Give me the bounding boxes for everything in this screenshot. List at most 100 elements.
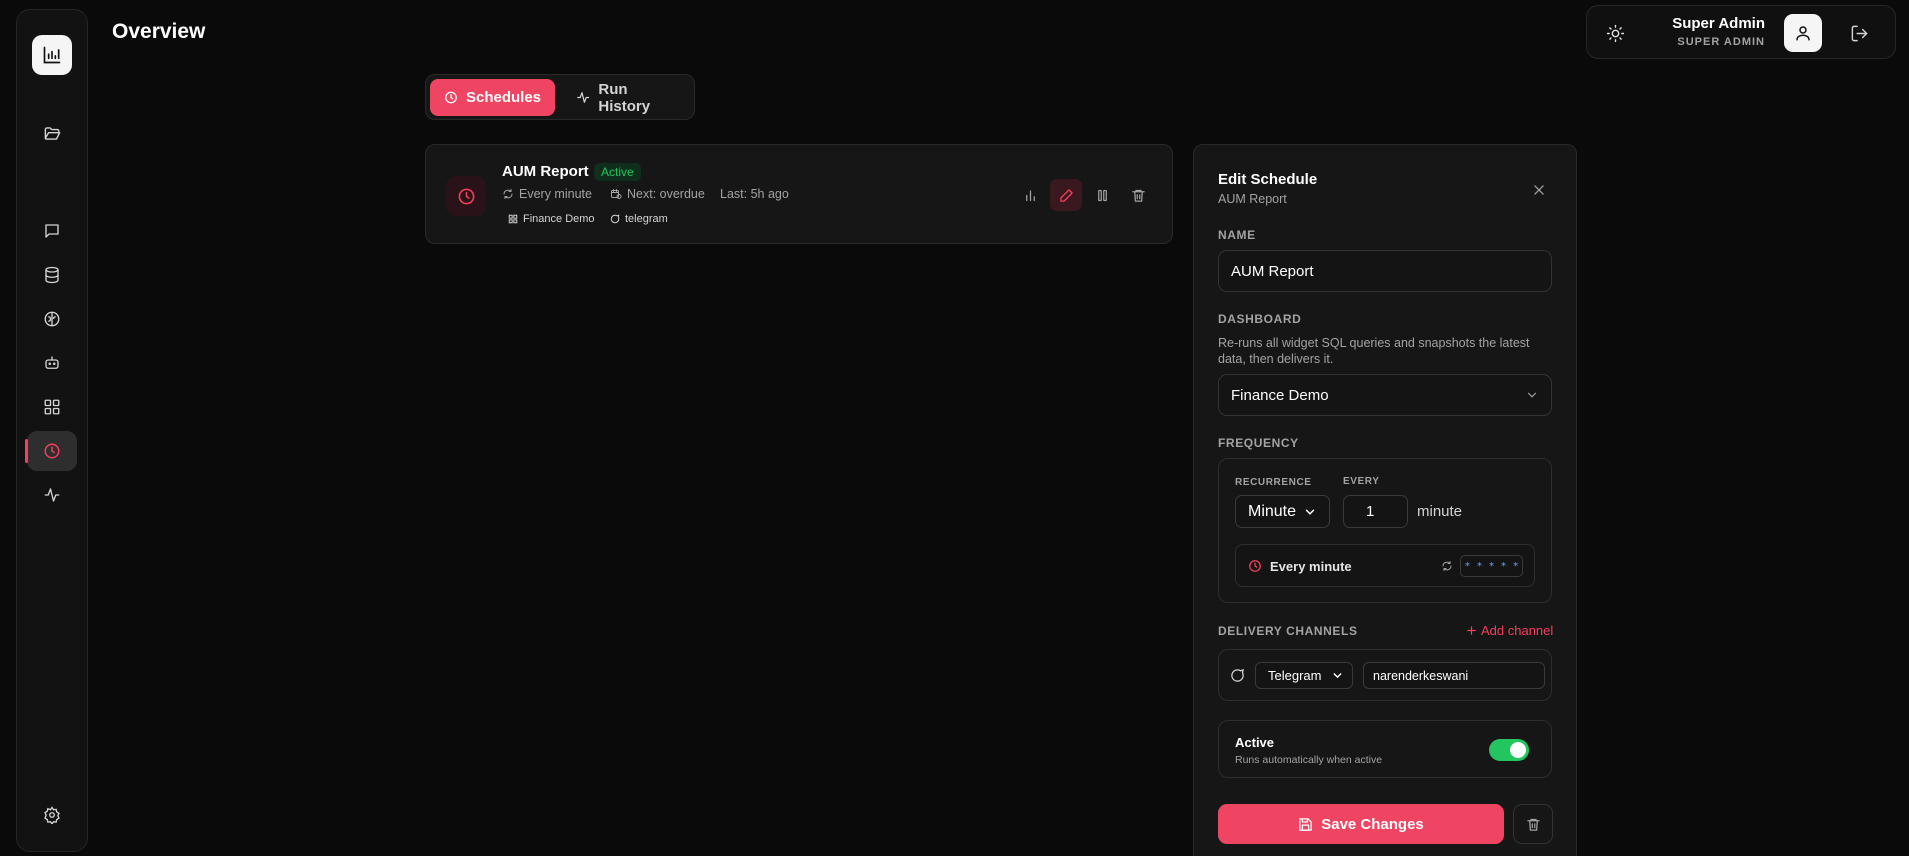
theme-toggle[interactable] [1603, 21, 1627, 45]
user-role: SUPER ADMIN [1677, 36, 1765, 48]
name-input[interactable]: AUM Report [1218, 250, 1552, 292]
panel-subtitle: AUM Report [1218, 192, 1287, 206]
chevron-down-icon [1333, 673, 1342, 679]
add-channel-button[interactable]: Add channel [1466, 623, 1553, 638]
clock-icon [458, 188, 474, 204]
user-icon [1796, 26, 1810, 41]
logout-button[interactable] [1847, 21, 1871, 45]
channel-tag-text: telegram [625, 213, 668, 225]
recurrence-label: RECURRENCE [1235, 477, 1312, 488]
tab-run-history[interactable]: Run History [562, 79, 694, 116]
logout-icon [1851, 25, 1867, 41]
message-circle-icon [1231, 668, 1244, 682]
sidebar-item-brain[interactable] [27, 299, 77, 339]
frequency-preview-text: Every minute [1270, 559, 1352, 574]
gear-icon [44, 806, 60, 824]
avatar[interactable] [1784, 14, 1822, 52]
sidebar-item-activity[interactable] [27, 475, 77, 515]
active-help: Runs automatically when active [1235, 754, 1383, 766]
tab-schedules[interactable]: Schedules [430, 79, 555, 116]
schedule-next-text: Next: overdue [627, 187, 705, 201]
frequency-box: RECURRENCE EVERY Minute 1 minute Every m… [1218, 458, 1552, 603]
tab-run-history-label: Run History [598, 80, 651, 115]
panel-title: Edit Schedule [1218, 171, 1318, 188]
recurrence-select[interactable]: Minute [1235, 495, 1330, 528]
save-button[interactable]: Save Changes [1218, 804, 1504, 844]
chevron-down-icon [1305, 508, 1315, 515]
sidebar-item-chat[interactable] [27, 211, 77, 251]
frequency-label: FREQUENCY [1218, 436, 1299, 450]
dashboard-help: Re-runs all widget SQL queries and snaps… [1218, 336, 1530, 366]
delete-schedule-button[interactable] [1513, 804, 1553, 844]
dashboard-label: DASHBOARD [1218, 312, 1302, 326]
user-menu: Super Admin SUPER ADMIN [1586, 5, 1896, 59]
every-label: EVERY [1343, 476, 1380, 487]
sidebar-item-dashboards[interactable] [27, 387, 77, 427]
every-value: 1 [1366, 503, 1375, 520]
channel-type-value: Telegram [1268, 668, 1322, 683]
active-label: Active [1235, 735, 1275, 750]
sidebar-item-schedules[interactable] [25, 431, 77, 471]
bot-icon [45, 356, 59, 369]
dashboard-select[interactable]: Finance Demo [1218, 374, 1552, 416]
message-icon [45, 224, 59, 238]
trash-icon [1526, 818, 1540, 831]
tab-bar: Schedules Run History [425, 74, 695, 120]
tab-schedules-label: Schedules [465, 89, 541, 106]
brain-icon [44, 311, 60, 327]
clock-icon [445, 91, 457, 104]
delete-button[interactable] [1122, 179, 1154, 211]
view-runs-button[interactable] [1014, 179, 1046, 211]
edit-button[interactable] [1050, 179, 1082, 211]
dashboard-select-value: Finance Demo [1231, 386, 1329, 404]
dashboard-tag: Finance Demo [508, 213, 595, 225]
name-label: NAME [1218, 228, 1256, 242]
channel-type-select[interactable]: Telegram [1255, 662, 1353, 689]
every-input[interactable]: 1 [1343, 495, 1408, 528]
close-icon [1534, 185, 1544, 195]
close-button[interactable] [1530, 181, 1548, 199]
bar-chart-icon [1025, 190, 1035, 201]
activity-icon [577, 92, 590, 103]
active-toggle[interactable] [1489, 739, 1529, 761]
schedule-frequency-text: Every minute [519, 187, 592, 201]
pause-icon [1097, 189, 1107, 201]
app-logo[interactable] [32, 35, 72, 75]
save-icon [1299, 817, 1312, 831]
schedule-actions [1014, 179, 1154, 211]
message-circle-icon [610, 214, 620, 224]
add-channel-label: Add channel [1481, 623, 1554, 638]
clock-icon [1249, 560, 1261, 572]
calendar-clock-icon [611, 189, 622, 199]
dashboard-tag-text: Finance Demo [523, 213, 595, 225]
plus-icon [1467, 626, 1476, 635]
refresh-icon [1442, 561, 1452, 571]
sun-icon [1606, 24, 1624, 42]
pencil-icon [1059, 188, 1073, 202]
refresh-icon [503, 189, 513, 199]
schedule-title: AUM Report [502, 163, 589, 180]
sidebar [16, 9, 88, 852]
sidebar-item-database[interactable] [27, 255, 77, 295]
save-button-label: Save Changes [1321, 815, 1424, 833]
edit-schedule-panel: Edit Schedule AUM Report NAME AUM Report… [1193, 144, 1577, 856]
grid-icon [508, 214, 518, 224]
clock-icon [44, 443, 60, 459]
schedule-next-run: Next: overdue [610, 187, 705, 201]
delivery-label: DELIVERY CHANNELS [1218, 624, 1358, 638]
trash-icon [1131, 189, 1145, 202]
every-unit: minute [1417, 503, 1463, 520]
schedule-card[interactable]: AUM Report Active Every minute Next: ove… [425, 144, 1173, 244]
sidebar-item-settings[interactable] [27, 795, 77, 835]
database-icon [45, 266, 59, 284]
channel-target-value: narenderkeswani [1373, 668, 1469, 683]
cron-expression[interactable]: * * * * * [1460, 555, 1523, 577]
schedule-last-run: Last: 5h ago [720, 187, 789, 201]
pause-button[interactable] [1086, 179, 1118, 211]
channel-target-input[interactable]: narenderkeswani [1363, 662, 1545, 689]
schedule-last-text: Last: 5h ago [720, 187, 789, 201]
bar-chart-icon [43, 46, 61, 64]
sidebar-item-folder[interactable] [27, 113, 77, 153]
schedule-frequency: Every minute [502, 187, 592, 201]
sidebar-item-bot[interactable] [27, 343, 77, 383]
